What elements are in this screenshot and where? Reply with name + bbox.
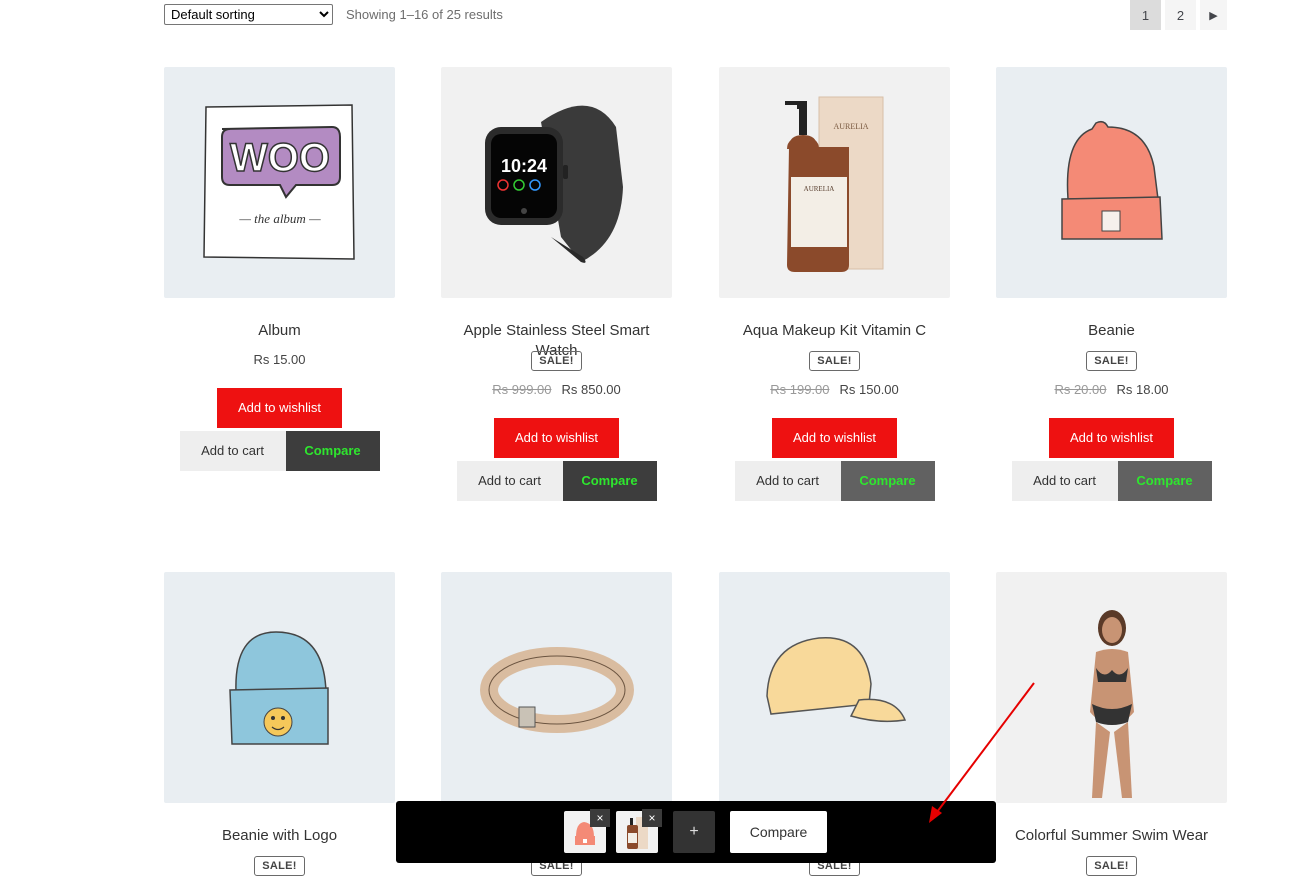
product-title[interactable]: Colorful Summer Swim Wear <box>996 826 1227 846</box>
belt-image <box>480 647 634 733</box>
compare-button[interactable]: Compare <box>285 431 380 471</box>
swim-wear-model-image <box>1090 610 1134 798</box>
product-card: 10:24 Apple Stainless Steel Smart Watch … <box>441 67 672 501</box>
remove-compare-item-button[interactable]: × <box>642 809 662 827</box>
compare-bar: × × + Compare <box>396 801 996 863</box>
smart-watch-image: 10:24 <box>485 105 623 263</box>
product-title[interactable]: Beanie with Logo <box>164 826 395 846</box>
product-image-cap[interactable] <box>719 572 950 803</box>
product-card: Colorful Summer Swim Wear SALE! <box>996 572 1227 876</box>
product-image-album[interactable]: WOO — the album — <box>164 67 395 298</box>
sale-badge: SALE! <box>809 351 860 371</box>
product-price: Rs 199.00 Rs 150.00 <box>719 381 950 399</box>
watch-time-text: 10:24 <box>501 156 547 176</box>
cap-image <box>766 636 907 723</box>
beanie-image <box>1061 120 1163 240</box>
caret-right-icon: ▶ <box>1209 9 1218 22</box>
result-count: Showing 1–16 of 25 results <box>346 7 503 22</box>
product-image-beanie[interactable] <box>996 67 1227 298</box>
remove-compare-item-button[interactable]: × <box>590 809 610 827</box>
box-brand-text: AURELIA <box>833 122 868 131</box>
compare-button[interactable]: Compare <box>1117 461 1212 501</box>
compare-now-button[interactable]: Compare <box>730 811 827 853</box>
pagination: 1 2 ▶ <box>1130 0 1227 30</box>
next-page-button[interactable]: ▶ <box>1200 0 1227 30</box>
sale-badge: SALE! <box>1086 351 1137 371</box>
sale-price: Rs 850.00 <box>561 382 621 397</box>
compare-button[interactable]: Compare <box>840 461 935 501</box>
product-card: AURELIA AURELIA Aqua Makeup Kit Vitamin … <box>719 67 950 501</box>
product-title[interactable]: Beanie <box>996 321 1227 341</box>
product-image-beanie-logo[interactable] <box>164 572 395 803</box>
add-to-cart-button[interactable]: Add to cart <box>1011 461 1118 501</box>
beanie-logo-image <box>229 631 329 745</box>
add-to-wishlist-button[interactable]: Add to wishlist <box>217 388 342 428</box>
add-compare-item-button[interactable]: + <box>673 811 715 853</box>
sale-price: Rs 18.00 <box>1116 382 1169 397</box>
old-price: Rs 999.00 <box>492 382 552 397</box>
sale-badge: SALE! <box>254 856 305 876</box>
product-price: Rs 20.00 Rs 18.00 <box>996 381 1227 399</box>
add-to-wishlist-button[interactable]: Add to wishlist <box>494 418 619 458</box>
product-image-belt[interactable] <box>441 572 672 803</box>
product-image-smart-watch[interactable]: 10:24 <box>441 67 672 298</box>
add-to-cart-button[interactable]: Add to cart <box>179 431 286 471</box>
old-price: Rs 20.00 <box>1054 382 1107 397</box>
woo-logo-text: WOO <box>230 136 330 180</box>
product-card: Beanie with Logo SALE! <box>164 572 395 876</box>
product-title[interactable]: Apple Stainless Steel Smart Watch <box>441 321 672 359</box>
product-image-swim-wear[interactable] <box>996 572 1227 803</box>
product-card: WOO — the album — Album Rs 15.00 Add to … <box>164 67 395 471</box>
old-price: Rs 199.00 <box>770 382 830 397</box>
page-1-button[interactable]: 1 <box>1130 0 1161 30</box>
product-card: Beanie SALE! Rs 20.00 Rs 18.00 Add to wis… <box>996 67 1227 501</box>
add-to-cart-button[interactable]: Add to cart <box>734 461 841 501</box>
album-cover-text: — the album — <box>238 211 321 226</box>
sort-select[interactable]: Default sorting <box>164 4 333 25</box>
page-2-button[interactable]: 2 <box>1165 0 1196 30</box>
add-to-wishlist-button[interactable]: Add to wishlist <box>1049 418 1174 458</box>
product-price: Rs 999.00 Rs 850.00 <box>441 381 672 399</box>
compare-item-thumb[interactable]: × <box>616 809 662 853</box>
add-to-wishlist-button[interactable]: Add to wishlist <box>772 418 897 458</box>
bottle-brand-text: AURELIA <box>804 185 835 193</box>
compare-item-thumb[interactable]: × <box>564 809 610 853</box>
sale-badge: SALE! <box>1086 856 1137 876</box>
sale-badge: SALE! <box>531 351 582 371</box>
makeup-kit-image: AURELIA AURELIA <box>785 96 884 272</box>
album-cover-image: WOO — the album — <box>203 104 355 260</box>
product-price: Rs 15.00 <box>253 352 306 367</box>
product-title[interactable]: Aqua Makeup Kit Vitamin C <box>719 321 950 341</box>
compare-button[interactable]: Compare <box>562 461 657 501</box>
product-title[interactable]: Album <box>164 321 395 341</box>
product-image-makeup-kit[interactable]: AURELIA AURELIA <box>719 67 950 298</box>
sale-price: Rs 150.00 <box>839 382 899 397</box>
add-to-cart-button[interactable]: Add to cart <box>456 461 563 501</box>
shop-toolbar: Default sorting Showing 1–16 of 25 resul… <box>164 0 1227 31</box>
